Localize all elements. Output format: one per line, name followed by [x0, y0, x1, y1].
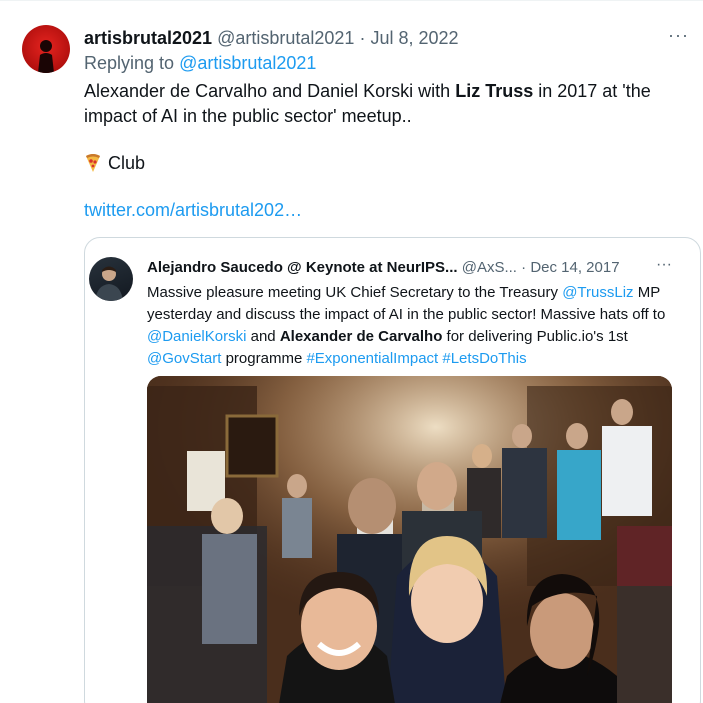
author-avatar[interactable]	[22, 25, 70, 73]
replying-prefix: Replying to	[84, 53, 180, 73]
quote-text-1: Massive pleasure meeting UK Chief Secret…	[147, 284, 563, 301]
avatar-figure-icon	[38, 40, 54, 73]
quote-author-avatar[interactable]	[89, 257, 133, 301]
tweet-date[interactable]: Jul 8, 2022	[370, 28, 458, 48]
hashtag-exponentialimpact[interactable]: #ExponentialImpact	[306, 350, 438, 367]
quote-text-3: and	[246, 328, 280, 345]
quote-text-5: programme	[221, 350, 307, 367]
quote-author-handle[interactable]: @AxS...	[462, 259, 517, 276]
tweet-header: artisbrutal2021 @artisbrutal2021 · Jul 8…	[84, 27, 459, 49]
quote-text: Massive pleasure meeting UK Chief Secret…	[147, 282, 687, 370]
mention-danielkorski[interactable]: @DanielKorski	[147, 328, 246, 345]
reply-tweet[interactable]: artisbrutal2021 @artisbrutal2021 · Jul 8…	[0, 0, 703, 703]
event-photo-image	[147, 376, 672, 703]
quoted-tweet[interactable]: Alejandro Saucedo @ Keynote at NeurIPS..…	[84, 237, 701, 703]
date-separator: ·	[359, 28, 366, 48]
tweet-text: Alexander de Carvalho and Daniel Korski …	[84, 79, 684, 129]
author-name[interactable]: artisbrutal2021	[84, 28, 212, 48]
quote-author-name[interactable]: Alejandro Saucedo @ Keynote at NeurIPS..…	[147, 259, 458, 276]
pizza-icon	[86, 154, 100, 172]
tweet-text-bold[interactable]: Liz Truss	[455, 81, 533, 101]
quote-date-separator: ·	[521, 259, 527, 276]
quote-avatar-figure-icon	[95, 266, 123, 301]
replying-to: Replying to @artisbrutal2021	[84, 53, 316, 74]
replying-handle-link[interactable]: @artisbrutal2021	[179, 53, 316, 73]
quote-header: Alejandro Saucedo @ Keynote at NeurIPS..…	[147, 258, 620, 278]
mention-govstart[interactable]: @GovStart	[147, 350, 221, 367]
quote-more-icon[interactable]: ···	[656, 256, 672, 274]
quote-photo[interactable]	[147, 376, 672, 703]
quote-text-4: for delivering Public.io's 1st	[442, 328, 628, 345]
author-handle[interactable]: @artisbrutal2021	[217, 28, 354, 48]
tweet-link[interactable]: twitter.com/artisbrutal202…	[84, 200, 302, 221]
quote-date[interactable]: Dec 14, 2017	[530, 259, 619, 276]
quote-bold-name: Alexander de Carvalho	[279, 328, 443, 345]
hashtag-letsdothis[interactable]: #LetsDoThis	[442, 350, 526, 367]
tweet-text-part1: Alexander de Carvalho and Daniel Korski …	[84, 81, 456, 101]
more-icon[interactable]: ···	[668, 25, 689, 46]
mention-trussliz[interactable]: @TrussLiz	[562, 284, 633, 301]
club-line: Club	[84, 151, 145, 175]
club-text: Club	[108, 153, 146, 173]
